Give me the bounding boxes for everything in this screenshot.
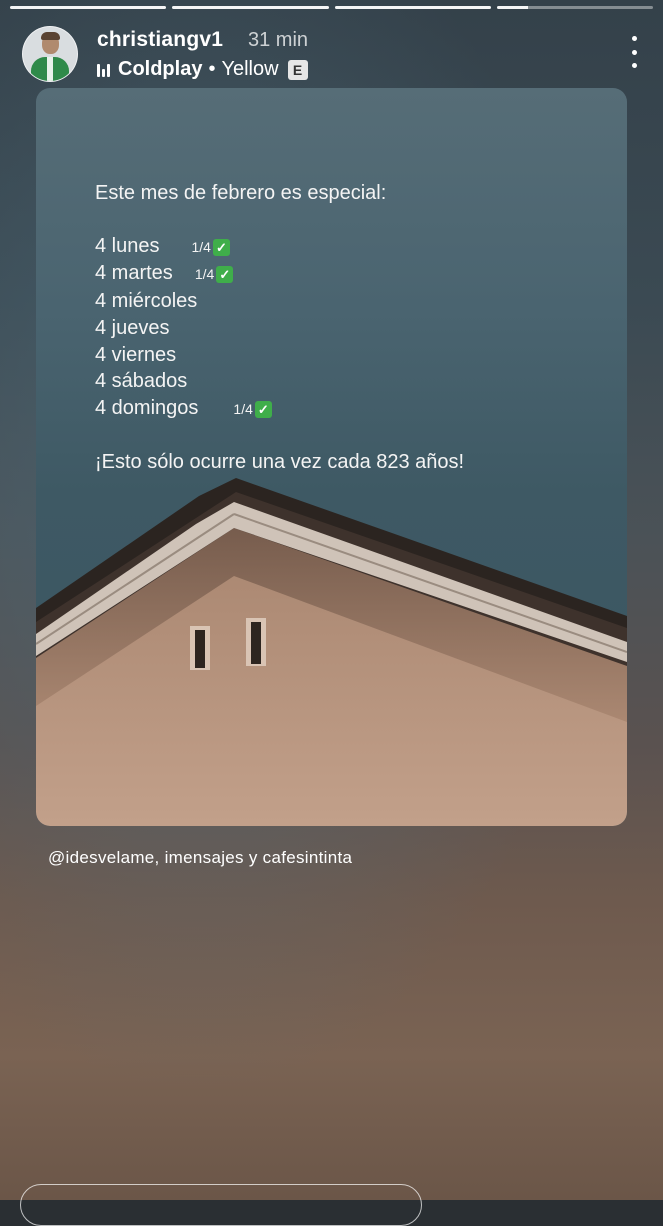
weekday-item: 4 viernes (95, 342, 464, 369)
avatar[interactable] (22, 26, 78, 82)
weekday-label: 4 viernes (95, 343, 177, 366)
time-ago: 31 min (248, 29, 309, 51)
progress-segment (10, 6, 167, 9)
mentions-caption[interactable]: @idesvelame, imensajes y cafesintinta (48, 848, 352, 868)
progress-segment (334, 6, 491, 9)
progress-segment-active (496, 6, 653, 9)
tally-value: 1/4 (233, 400, 253, 417)
username[interactable]: christiangv1 (97, 28, 223, 52)
roof-photo (36, 478, 627, 826)
check-mark-icon: ✓ (216, 266, 234, 284)
tally-value: 1/4 (191, 238, 211, 255)
weekday-item: 4 miércoles (95, 288, 464, 315)
weekday-label: 4 miércoles (95, 290, 198, 313)
post-heading: Este mes de febrero es especial: (95, 182, 387, 204)
check-mark-icon: ✓ (212, 238, 230, 256)
weekday-item: 4 martes 1/4 ✓ (95, 260, 464, 288)
music-song: Yellow (221, 58, 279, 80)
weekday-label: 4 sábados (95, 370, 188, 393)
progress-segment (172, 6, 329, 9)
music-bars-icon (97, 62, 110, 77)
weekday-label: 4 domingos (95, 396, 199, 419)
weekday-item: 4 jueves (95, 315, 464, 342)
explicit-badge: E (287, 59, 308, 80)
tally-value: 1/4 (194, 266, 215, 283)
story-header: christiangv1 31 min Coldplay • Yellow E (22, 24, 641, 84)
weekday-label: 4 lunes (95, 234, 160, 257)
weekday-item: 4 lunes 1/4 ✓ (95, 233, 464, 261)
shared-post-card[interactable]: Este mes de febrero es especial: 4 lunes… (36, 88, 627, 826)
weekday-item: 4 sábados (95, 368, 464, 395)
weekday-tally: 1/4 ✓ (233, 396, 272, 423)
music-separator: • (208, 58, 216, 80)
weekday-list: 4 lunes 1/4 ✓ 4 martes 1/4 ✓ 4 miércoles 4 juev… (95, 233, 464, 423)
weekday-label: 4 martes (95, 262, 173, 285)
post-text: Este mes de febrero es especial: 4 lunes… (95, 180, 464, 475)
reply-input[interactable] (20, 1184, 422, 1226)
music-artist: Coldplay (118, 58, 203, 80)
check-mark-icon: ✓ (254, 400, 272, 418)
weekday-tally: 1/4 ✓ (192, 234, 230, 261)
music-info[interactable]: Coldplay • Yellow E (97, 58, 308, 81)
weekday-item: 4 domingos 1/4 ✓ (95, 395, 464, 423)
post-closing: ¡Esto sólo ocurre una vez cada 823 años! (95, 450, 465, 473)
weekday-label: 4 jueves (95, 316, 170, 339)
more-vertical-icon[interactable] (627, 36, 641, 68)
story-progress-bar (10, 6, 653, 9)
weekday-tally: 1/4 ✓ (194, 261, 234, 288)
